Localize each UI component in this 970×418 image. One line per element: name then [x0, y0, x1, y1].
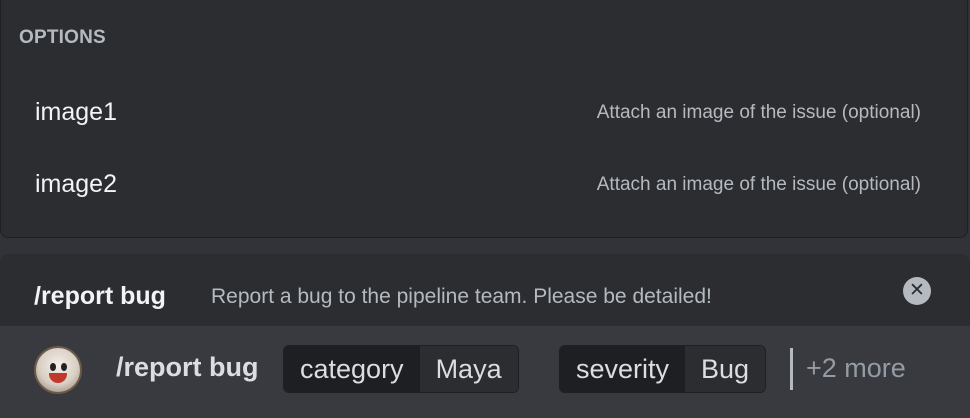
option-description: Attach an image of the issue (optional): [596, 174, 921, 195]
avatar: [34, 346, 82, 394]
avatar-eye-left: [50, 363, 56, 371]
param-value[interactable]: Maya: [419, 346, 518, 392]
option-name: image1: [35, 98, 117, 126]
more-params-label[interactable]: +2 more: [806, 353, 906, 384]
avatar-mouth: [49, 373, 67, 383]
input-command: /report bug: [116, 352, 259, 382]
options-panel: OPTIONS image1 Attach an image of the is…: [0, 0, 968, 238]
text-caret: [790, 348, 793, 390]
option-item-image1[interactable]: image1 Attach an image of the issue (opt…: [1, 84, 967, 144]
command-description: Report a bug to the pipeline team. Pleas…: [211, 285, 712, 308]
option-name: image2: [35, 170, 117, 198]
options-header: OPTIONS: [19, 27, 106, 48]
avatar-eye-right: [61, 363, 67, 371]
message-input-bar[interactable]: /report bug category Maya severity Bug +…: [0, 326, 970, 418]
command-title: /report bug: [34, 282, 166, 310]
param-value[interactable]: Bug: [685, 346, 766, 392]
option-item-image2[interactable]: image2 Attach an image of the issue (opt…: [1, 156, 967, 216]
param-pill-category[interactable]: category Maya: [283, 345, 519, 393]
close-icon[interactable]: ✕: [903, 277, 931, 305]
param-key: severity: [560, 346, 686, 392]
option-description: Attach an image of the issue (optional): [596, 102, 921, 123]
param-pill-severity[interactable]: severity Bug: [559, 345, 767, 393]
param-key: category: [284, 346, 420, 392]
